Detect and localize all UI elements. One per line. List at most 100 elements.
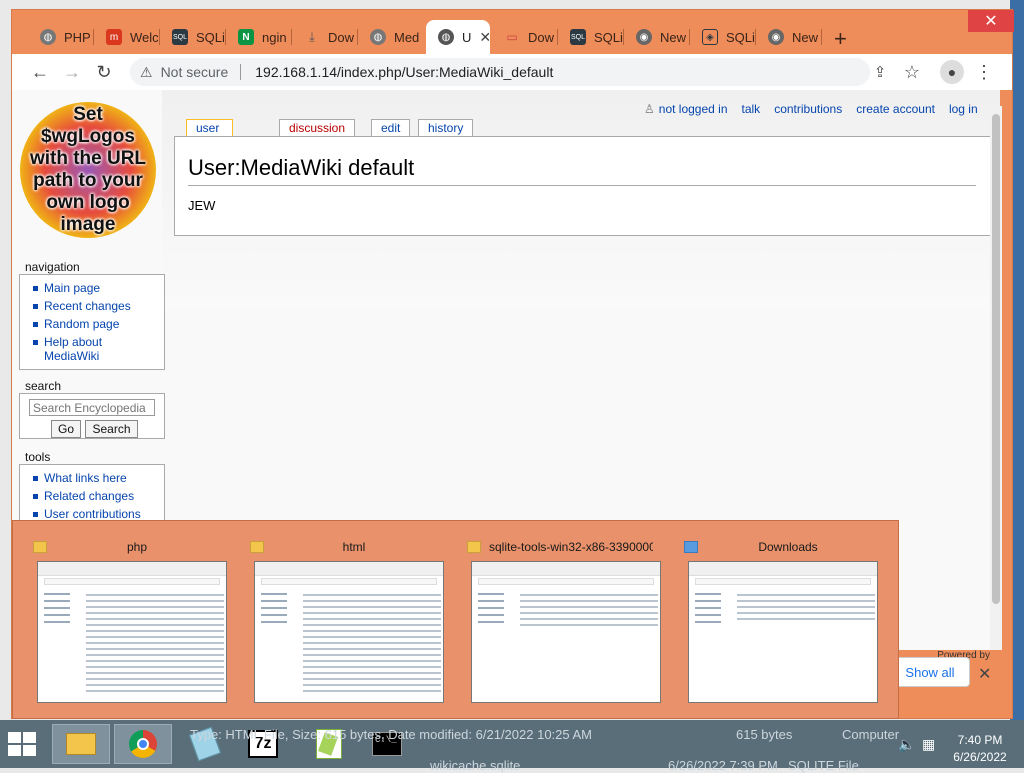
tab-mediawiki[interactable]: ◍ Med: [358, 20, 424, 54]
warning-icon: ⚠: [140, 63, 153, 80]
back-button[interactable]: ←: [28, 60, 52, 84]
globe-icon: ◍: [438, 29, 454, 45]
tab-sqlite-3[interactable]: ◈ SQLi: [690, 20, 756, 54]
create-account-link[interactable]: create account: [856, 102, 935, 116]
explorer-file-date: 6/26/2022 7:39 PM: [668, 758, 778, 773]
search-input[interactable]: [29, 399, 155, 416]
show-all-downloads-button[interactable]: Show all: [890, 657, 970, 687]
nav-random-page[interactable]: Random page: [20, 315, 164, 333]
thumbnail-preview: [37, 561, 227, 703]
navigation-portlet: Main page Recent changes Random page Hel…: [19, 274, 165, 370]
tab-new-1[interactable]: ◉ New: [624, 20, 690, 54]
bookmark-star-icon[interactable]: ☆: [900, 60, 924, 84]
downloads-folder-icon: [684, 541, 698, 553]
tab-active-user-page[interactable]: ◍ U ✕: [426, 20, 490, 54]
tab-edit[interactable]: edit: [371, 119, 411, 136]
explorer-status-text: Type: HTML File, Size: 615 bytes, Date m…: [190, 727, 593, 742]
window-close-button[interactable]: ✕: [968, 10, 1014, 32]
clock-date: 6/26/2022: [953, 750, 1007, 764]
reload-button[interactable]: ↻: [92, 60, 116, 84]
forward-button[interactable]: →: [60, 60, 84, 84]
chrome-taskbar-icon[interactable]: [114, 724, 172, 764]
start-button[interactable]: [8, 732, 36, 756]
user-icon: ♙: [644, 102, 655, 116]
globe-icon: ◍: [40, 29, 56, 45]
sqlite-icon: ◈: [702, 29, 718, 45]
new-tab-button[interactable]: +: [834, 26, 847, 52]
tool-related-changes[interactable]: Related changes: [20, 487, 164, 505]
folder-icon: [467, 541, 481, 553]
search-portlet: Go Search: [19, 393, 165, 439]
navigation-header: navigation: [25, 260, 80, 274]
folder-icon: [250, 541, 264, 553]
page-scrollbar[interactable]: [990, 106, 1002, 650]
tab-downloads-2[interactable]: ▭ Dow: [492, 20, 558, 54]
download-icon: ⤓: [309, 29, 315, 44]
not-logged-in-link[interactable]: not logged in: [659, 102, 728, 116]
nav-help[interactable]: Help about MediaWiki: [20, 333, 164, 365]
taskbar-thumbnail-flyout: php html sqlite-tools-win32-x86-3390000 …: [12, 520, 899, 719]
file-explorer-taskbar-icon[interactable]: [52, 724, 110, 764]
security-label: Not secure: [160, 64, 229, 80]
page-title: User:MediaWiki default: [188, 155, 976, 186]
volume-muted-icon[interactable]: 🔈: [898, 736, 915, 753]
tab-php[interactable]: ◍ PHP: [28, 20, 94, 54]
contributions-link[interactable]: contributions: [774, 102, 842, 116]
taskbar: 7z C:\_ Type: HTML File, Size: 615 bytes…: [0, 720, 1024, 773]
tab-sqlite[interactable]: SQL SQLi: [160, 20, 226, 54]
talk-link[interactable]: talk: [742, 102, 761, 116]
url-text: 192.168.1.14/index.php/User:MediaWiki_de…: [255, 64, 554, 80]
address-bar[interactable]: ⚠ Not secure 192.168.1.14/index.php/User…: [130, 58, 870, 86]
explorer-computer-text: Computer: [842, 727, 900, 742]
profile-avatar-icon[interactable]: ●: [940, 60, 964, 84]
tab-history[interactable]: history: [418, 119, 474, 136]
nav-main-page[interactable]: Main page: [20, 279, 164, 297]
clock-time: 7:40 PM: [957, 733, 1003, 747]
share-icon[interactable]: ⇪: [868, 60, 892, 84]
close-tab-icon[interactable]: ✕: [479, 29, 490, 46]
log-in-link[interactable]: log in: [949, 102, 978, 116]
wiki-logo[interactable]: Set $wgLogos with the URL path to your o…: [20, 102, 156, 238]
explorer-file-name: wikicache.sqlite: [430, 758, 521, 773]
tab-new-2[interactable]: ◉ New: [756, 20, 822, 54]
thumbnail-sqlite-tools[interactable]: sqlite-tools-win32-x86-3390000: [461, 535, 661, 705]
search-button[interactable]: Search: [85, 419, 138, 438]
tab-nginx[interactable]: Nngin: [226, 20, 292, 54]
chrome-icon: ◉: [768, 29, 784, 45]
menu-kebab-icon[interactable]: ⋮: [972, 60, 996, 84]
page-body-text: JEW: [188, 198, 216, 213]
tab-user-page[interactable]: user page: [186, 119, 233, 149]
download-icon: ▭: [506, 30, 518, 44]
nav-recent-changes[interactable]: Recent changes: [20, 297, 164, 315]
tab-sqlite-2[interactable]: SQL SQLi: [558, 20, 624, 54]
thumbnail-php[interactable]: php: [27, 535, 227, 705]
chrome-icon: ◉: [636, 29, 652, 45]
tools-header: tools: [25, 450, 51, 464]
go-button[interactable]: Go: [51, 419, 82, 438]
nginx-icon: N: [238, 29, 254, 45]
network-icon[interactable]: ▦: [922, 736, 935, 753]
search-header: search: [25, 379, 62, 393]
tab-discussion[interactable]: discussion: [279, 119, 356, 136]
tab-welcome[interactable]: m Welc: [94, 20, 160, 54]
sqlite-icon: SQL: [172, 29, 188, 45]
scroll-thumb[interactable]: [992, 114, 1000, 604]
thumbnail-downloads[interactable]: Downloads: [678, 535, 878, 705]
thumbnail-preview: [688, 561, 878, 703]
thumbnail-preview: [471, 561, 661, 703]
content-area: User:MediaWiki default JEW: [174, 136, 1000, 236]
thumbnail-preview: [254, 561, 444, 703]
mediawiki-icon: m: [106, 29, 122, 45]
explorer-size-text: 615 bytes: [736, 727, 793, 742]
tab-strip: ◍ PHP m Welc SQL SQLi Nngin ⤓ Dow ◍ Med ◍ U ✕ ▭…: [12, 10, 1014, 54]
close-downloads-bar-icon[interactable]: ✕: [978, 664, 991, 684]
explorer-file-type: SQLITE File: [788, 758, 859, 773]
folder-icon: [33, 541, 47, 553]
tab-downloads[interactable]: ⤓ Dow: [292, 20, 358, 54]
browser-toolbar: ← → ↻ ⚠ Not secure 192.168.1.14/index.ph…: [12, 54, 1012, 90]
personal-tools: ♙ not logged in talk contributions create ac…: [644, 102, 992, 116]
tool-what-links-here[interactable]: What links here: [20, 469, 164, 487]
system-clock[interactable]: 7:40 PM 6/26/2022: [944, 732, 1016, 766]
globe-icon: ◍: [370, 29, 386, 45]
thumbnail-html[interactable]: html: [244, 535, 444, 705]
